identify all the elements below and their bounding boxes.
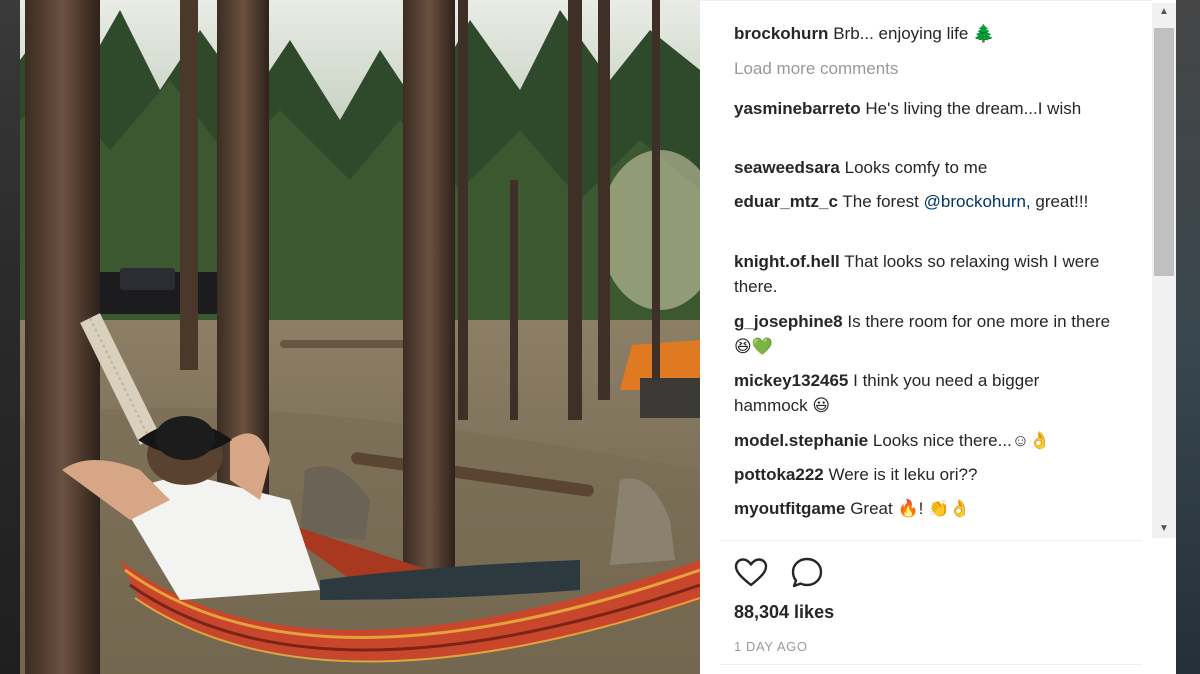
comment-text: The forest [842, 192, 924, 211]
comment-item: knight.of.hell That looks so relaxing wi… [734, 249, 1114, 299]
like-button[interactable] [734, 556, 768, 590]
comment-item: myoutfitgame Great 🔥! 👏👌 [734, 496, 1114, 521]
comment-text: Looks nice there...☺👌 [872, 431, 1051, 450]
scroll-up-arrow[interactable]: ▲ [1152, 3, 1176, 21]
likes-count[interactable]: 88,304 likes [734, 602, 834, 623]
comment-text: Looks comfy to me [844, 158, 988, 177]
caption-username[interactable]: brockohurn [734, 24, 828, 43]
comment-item: yasminebarreto He's living the dream...I… [734, 96, 1114, 121]
comment-item: mickey132465 I think you need a bigger h… [734, 368, 1114, 418]
comment-username[interactable]: knight.of.hell [734, 252, 840, 271]
comment-item: pottoka222 Were is it leku ori?? [734, 462, 1114, 487]
divider [720, 664, 1142, 665]
background-right-edge [1176, 0, 1200, 674]
comment-text-after: great!!! [1030, 192, 1089, 211]
comments-scrollbar[interactable]: ▲ ▼ [1152, 3, 1176, 538]
comment-username[interactable]: model.stephanie [734, 431, 868, 450]
mention-link[interactable]: @brockohurn, [924, 192, 1031, 211]
comments-list[interactable]: brockohurn Brb... enjoying life 🌲 Load m… [700, 0, 1152, 541]
load-more-comments-link[interactable]: Load more comments [734, 59, 898, 79]
comment-text: He's living the dream...I wish [865, 99, 1082, 118]
post-timestamp[interactable]: 1 DAY AGO [734, 639, 808, 654]
comment-item: eduar_mtz_c The forest @brockohurn, grea… [734, 189, 1114, 214]
comment-username[interactable]: pottoka222 [734, 465, 824, 484]
hammock-forest-photo [20, 0, 700, 674]
scrollbar-thumb[interactable] [1154, 28, 1174, 276]
comment-item: model.stephanie Looks nice there...☺👌 [734, 428, 1114, 453]
post-caption: brockohurn Brb... enjoying life 🌲 [734, 21, 1114, 46]
scroll-down-arrow[interactable]: ▼ [1152, 520, 1176, 538]
caption-text: Brb... enjoying life 🌲 [833, 24, 995, 43]
comment-username[interactable]: g_josephine8 [734, 312, 843, 331]
comment-username[interactable]: mickey132465 [734, 371, 848, 390]
post-details-panel: brockohurn Brb... enjoying life 🌲 Load m… [700, 0, 1176, 674]
heart-icon [734, 558, 768, 587]
comment-username[interactable]: eduar_mtz_c [734, 192, 838, 211]
post-photo [20, 0, 700, 674]
comment-username[interactable]: myoutfitgame [734, 499, 845, 518]
divider [720, 540, 1142, 541]
comment-username[interactable]: yasminebarreto [734, 99, 861, 118]
comment-username[interactable]: seaweedsara [734, 158, 840, 177]
comment-text: Were is it leku ori?? [828, 465, 978, 484]
comment-item: g_josephine8 Is there room for one more … [734, 309, 1114, 359]
comment-item: seaweedsara Looks comfy to me [734, 155, 1114, 180]
comment-button[interactable] [790, 556, 824, 590]
speech-bubble-icon [791, 557, 823, 588]
background-left-edge [0, 0, 20, 674]
comment-text: Great 🔥! 👏👌 [850, 499, 971, 518]
